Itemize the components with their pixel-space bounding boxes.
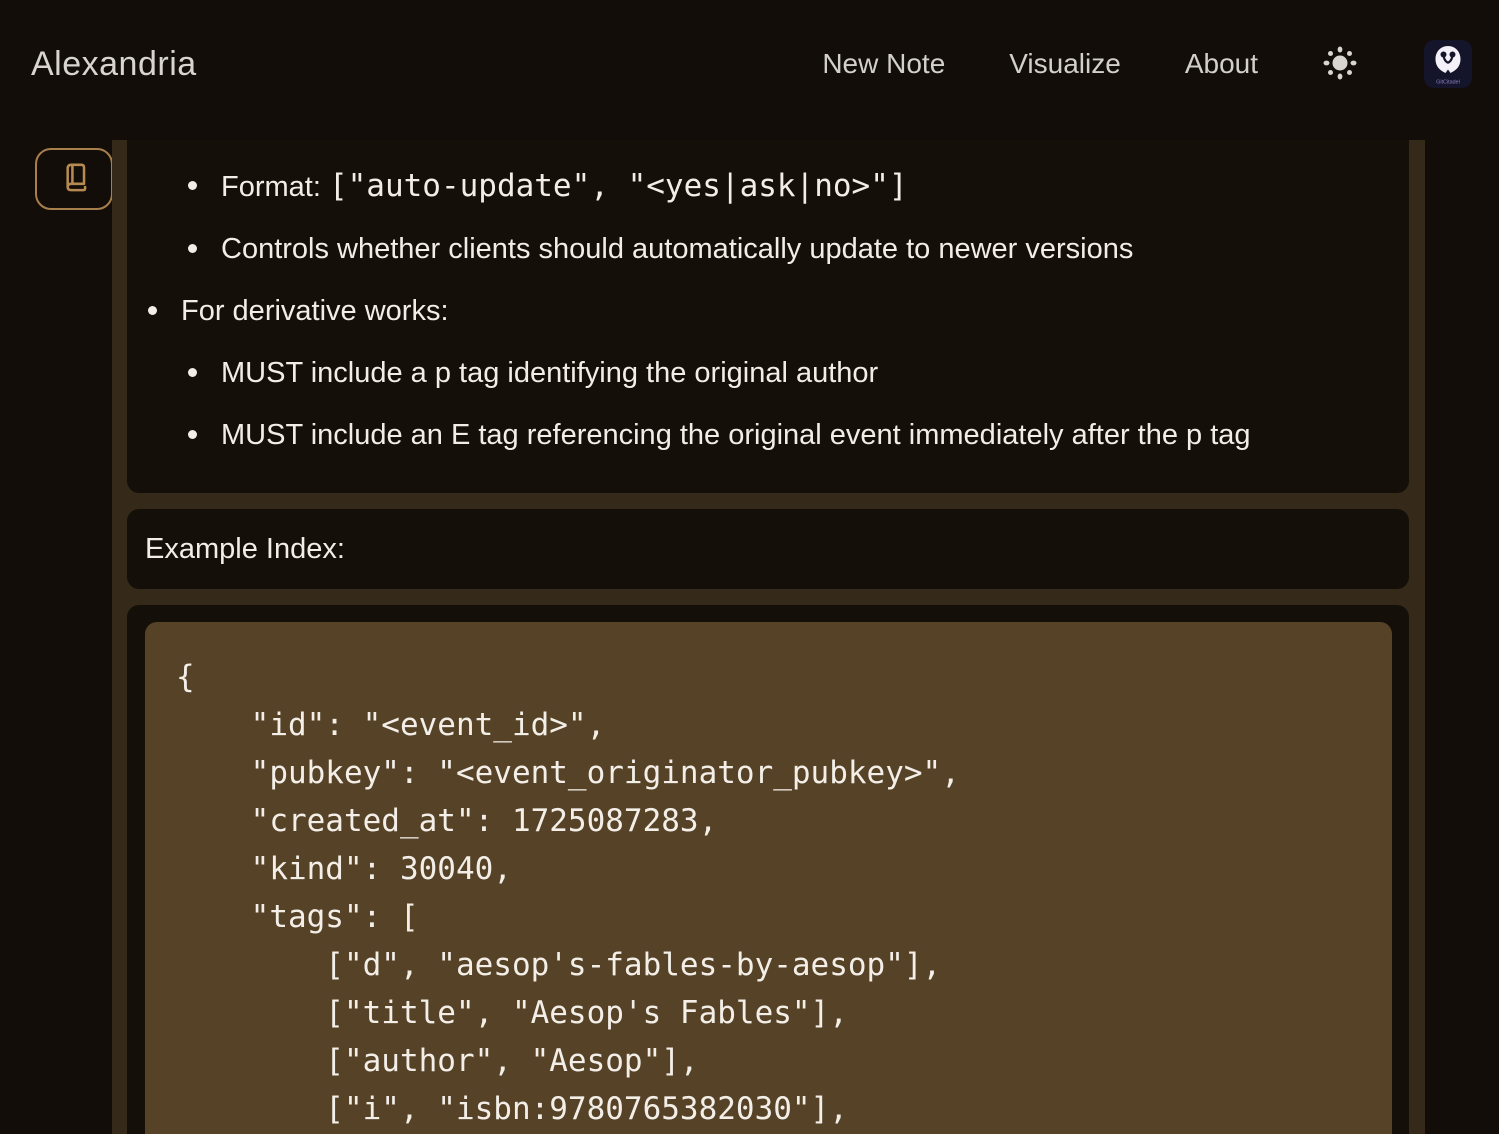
code-line: "tags": [ bbox=[176, 893, 1368, 941]
bullet-list: Format: ["auto-update", "<yes|ask|no>"] C… bbox=[127, 168, 1379, 453]
main-content[interactable]: Format: ["auto-update", "<yes|ask|no>"] C… bbox=[112, 140, 1425, 1134]
code-line: ["author", "Aesop"], bbox=[176, 1037, 1368, 1085]
example-index-label: Example Index: bbox=[145, 533, 345, 566]
nav-item-about[interactable]: About bbox=[1185, 48, 1258, 80]
code-line: ["i", "isbn:9780765382030"], bbox=[176, 1085, 1368, 1133]
code-line: "created_at": 1725087283, bbox=[176, 797, 1368, 845]
avatar[interactable]: GitCitadel bbox=[1424, 40, 1472, 88]
list-item: Format: ["auto-update", "<yes|ask|no>"] bbox=[127, 168, 1379, 205]
theme-toggle-button[interactable] bbox=[1320, 44, 1360, 84]
content-cards: Format: ["auto-update", "<yes|ask|no>"] C… bbox=[127, 140, 1409, 1134]
list-item: Controls whether clients should automati… bbox=[127, 231, 1379, 267]
code-line: ["title", "Aesop's Fables"], bbox=[176, 989, 1368, 1037]
bullet-card: Format: ["auto-update", "<yes|ask|no>"] C… bbox=[127, 140, 1409, 493]
sidebar-toggle-button[interactable] bbox=[35, 148, 113, 210]
nav-item-visualize[interactable]: Visualize bbox=[1009, 48, 1121, 80]
list-item: MUST include a p tag identifying the ori… bbox=[127, 355, 1379, 391]
brand-title: Alexandria bbox=[31, 45, 197, 84]
avatar-label: GitCitadel bbox=[1436, 80, 1460, 86]
code-block: { "id": "<event_id>", "pubkey": "<event_… bbox=[145, 622, 1392, 1134]
header: Alexandria New Note Visualize About bbox=[0, 0, 1499, 128]
book-icon bbox=[55, 159, 93, 200]
bullet-dot bbox=[188, 244, 197, 253]
code-line: ["d", "aesop's-fables-by-aesop"], bbox=[176, 941, 1368, 989]
sun-icon bbox=[1322, 45, 1358, 84]
list-item: For derivative works: bbox=[127, 293, 1379, 329]
example-index-card: Example Index: bbox=[127, 509, 1409, 589]
code-line: { bbox=[176, 653, 1368, 701]
list-item-text: Format: ["auto-update", "<yes|ask|no>"] bbox=[221, 168, 908, 205]
code-line: "pubkey": "<event_originator_pubkey>", bbox=[176, 749, 1368, 797]
bullet-dot bbox=[188, 368, 197, 377]
nav-item-new-note[interactable]: New Note bbox=[822, 48, 945, 80]
list-item-text: MUST include an E tag referencing the or… bbox=[221, 417, 1251, 453]
code-line: "id": "<event_id>", bbox=[176, 701, 1368, 749]
list-item-text: Controls whether clients should automati… bbox=[221, 231, 1133, 267]
bullet-dot bbox=[188, 430, 197, 439]
code-line: "kind": 30040, bbox=[176, 845, 1368, 893]
list-item-text: For derivative works: bbox=[181, 293, 449, 329]
bullet-dot bbox=[148, 306, 157, 315]
code-card: { "id": "<event_id>", "pubkey": "<event_… bbox=[127, 605, 1409, 1134]
list-item-text: MUST include a p tag identifying the ori… bbox=[221, 355, 878, 391]
main-nav: New Note Visualize About bbox=[822, 48, 1258, 80]
list-item: MUST include an E tag referencing the or… bbox=[127, 417, 1379, 453]
bullet-dot bbox=[188, 181, 197, 190]
